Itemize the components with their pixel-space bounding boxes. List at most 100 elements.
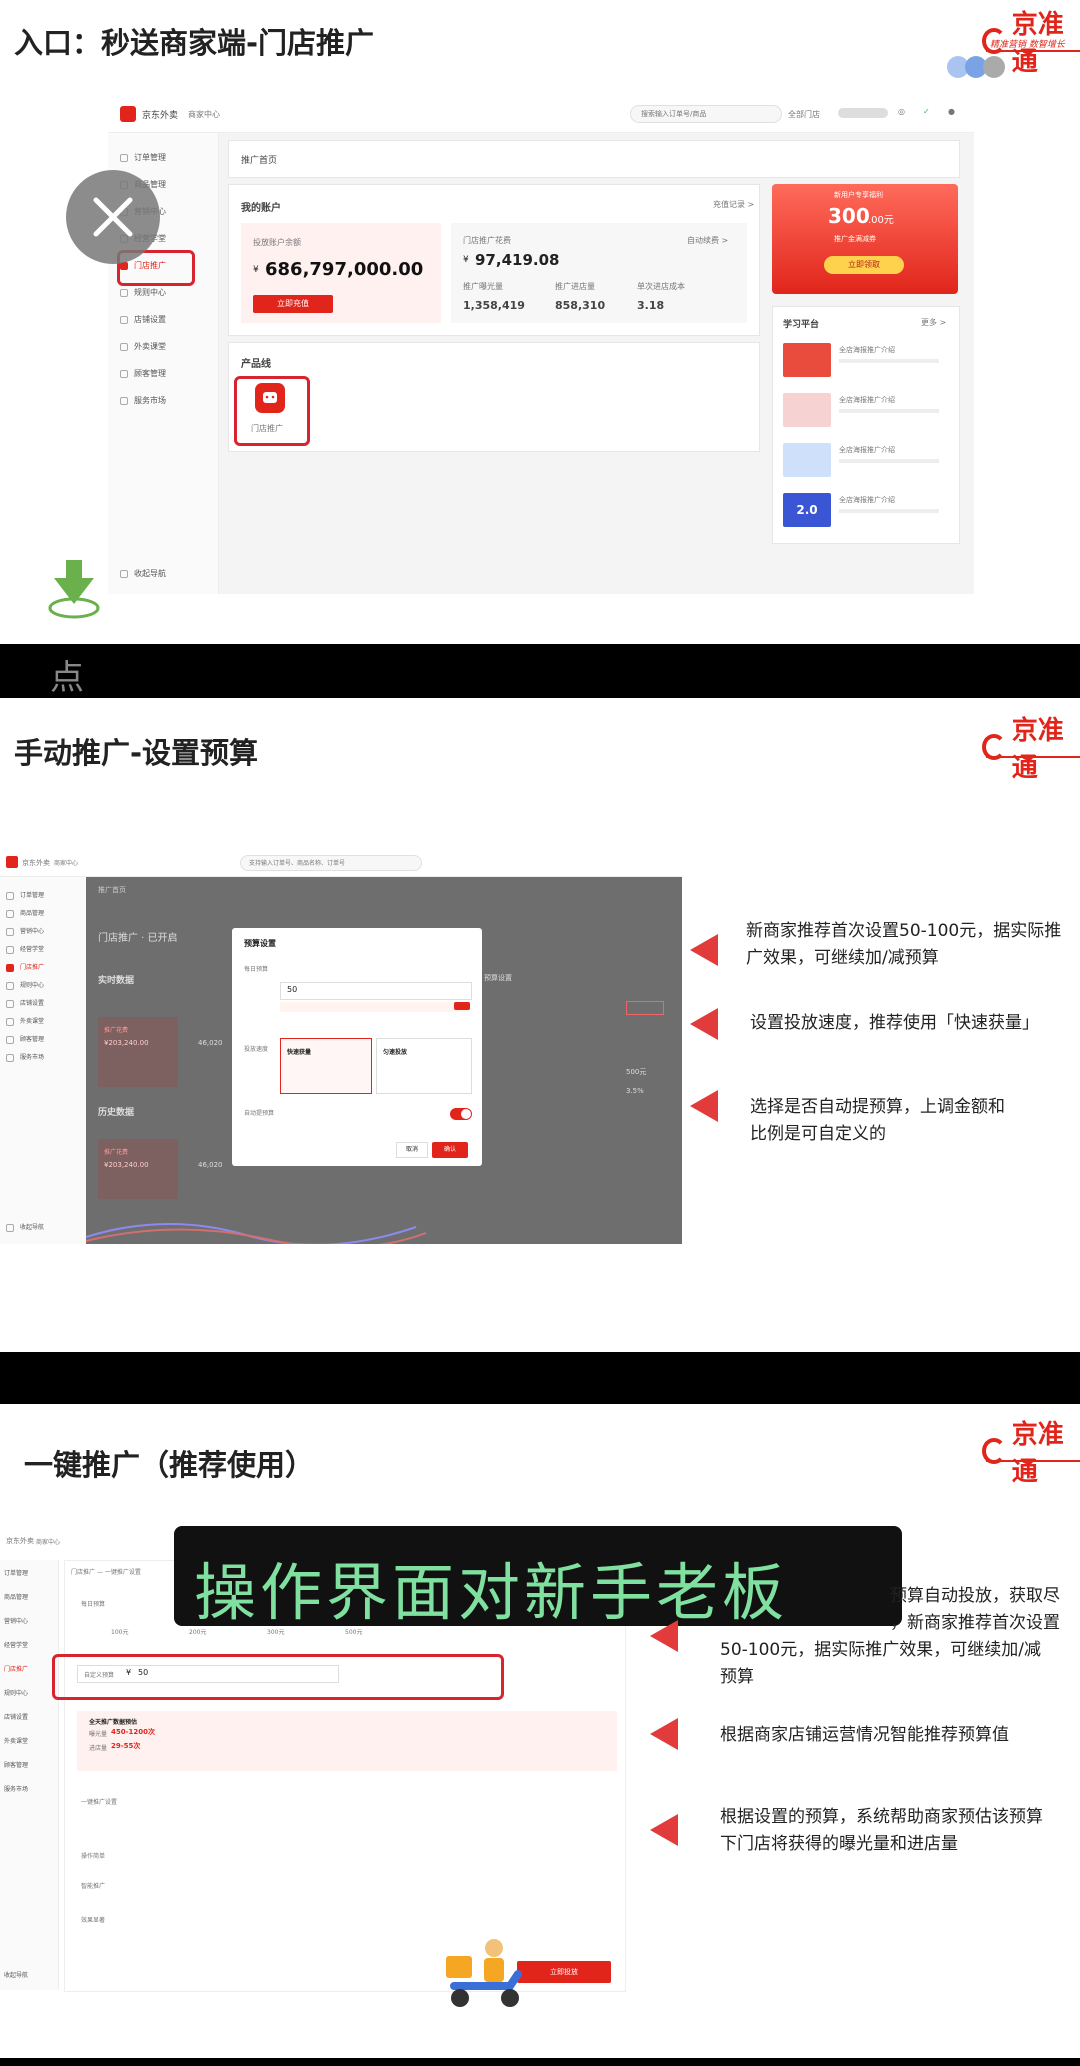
search-placeholder-2: 支持输入订单号、商品名称、订单号	[249, 860, 346, 867]
recharge-record-link[interactable]: 充值记录 >	[713, 199, 754, 210]
sidebar3-settings[interactable]: 店铺设置	[4, 1712, 28, 1721]
sidebar2-rules[interactable]: 规则中心	[6, 980, 44, 990]
modal-cancel-button[interactable]: 取消	[396, 1142, 428, 1158]
stat-value-exposure: 1,358,419	[463, 299, 525, 312]
sidebar2-store-promo[interactable]: 门店推广	[6, 962, 44, 972]
sidebar-item-market[interactable]: 服务市场	[120, 395, 166, 406]
auto-budget-toggle[interactable]	[450, 1108, 472, 1120]
sidebar3-orders[interactable]: 订单管理	[4, 1568, 28, 1577]
sidebar3-customers[interactable]: 顾客管理	[4, 1760, 28, 1769]
speed-label: 投放速度	[244, 1046, 269, 1053]
learning-thumb-1[interactable]	[783, 343, 831, 377]
note2-line5: 比例是可自定义的	[750, 1124, 886, 1144]
search-input[interactable]: 搜索输入订单号/商品	[630, 105, 782, 123]
sidebar2-marketing[interactable]: 营销中心	[6, 926, 44, 936]
auto-renew-link[interactable]: 自动续费 >	[687, 235, 728, 246]
history-spend-value: ¥203,240.00	[104, 1161, 149, 1169]
sidebar-collapse[interactable]: 收起导航	[120, 568, 166, 579]
balance-box: 投放账户余额 ¥ 686,797,000.00 立即充值	[241, 223, 441, 323]
pointer-arrow-2	[690, 1008, 718, 1040]
balance-label: 投放账户余额	[253, 238, 301, 247]
sidebar2-customers[interactable]: 顾客管理	[6, 1034, 44, 1044]
slide1-title: 入口：秒送商家端-门店推广	[14, 26, 375, 60]
notification-icon[interactable]: ●	[948, 107, 955, 116]
promo-currency: ¥	[463, 255, 469, 265]
exposure-value: 46,020	[198, 1039, 223, 1047]
section-2: 操作简单	[81, 1853, 106, 1860]
sidebar3-store-promo[interactable]: 门店推广	[4, 1664, 28, 1673]
learning-desc-1	[839, 359, 939, 363]
sidebar3-collapse[interactable]: 收起导航	[4, 1970, 28, 1979]
budget-setting-label: 预算设置	[484, 974, 512, 982]
store-select[interactable]: 全部门店	[788, 109, 820, 120]
stat-label-cost: 单次进店成本	[637, 282, 685, 291]
sidebar2-collapse[interactable]: 收起导航	[6, 1222, 44, 1232]
learning-thumb-4[interactable]: 2.0	[783, 493, 831, 527]
help-icon[interactable]: ◎	[898, 107, 905, 116]
budget-tip-button[interactable]	[454, 1002, 470, 1010]
right-button[interactable]	[626, 1001, 664, 1015]
daily-budget-label: 每日预算	[244, 966, 269, 973]
brand-name-3: 京准通	[1011, 1420, 1064, 1487]
section-4: 效果显著	[81, 1917, 106, 1924]
preset-100[interactable]: 100元	[111, 1627, 128, 1636]
breadcrumb: 推广首页	[241, 156, 278, 166]
speed-fast-option[interactable]: 快速获量	[280, 1038, 372, 1094]
brand-logo-2: 京准通	[982, 710, 1080, 784]
app-topbar: 京东外卖 商家中心 搜索输入订单号/商品 全部门店 ◎ ✓ ●	[108, 96, 974, 133]
speed-even-option[interactable]: 匀速投放	[376, 1038, 472, 1094]
sidebar3-class[interactable]: 外卖课堂	[4, 1736, 28, 1745]
sidebar2-orders[interactable]: 订单管理	[6, 890, 44, 900]
learning-item-4[interactable]: 全店海报推广介绍	[839, 495, 895, 505]
one-click-tab[interactable]: 门店推广 — 一键推广设置	[71, 1567, 141, 1576]
stat-value-cost: 3.18	[637, 299, 665, 312]
divider-band-3	[0, 2058, 1080, 2066]
brand-name-2: 京准通	[1011, 716, 1064, 783]
section-3: 智能推广	[81, 1883, 106, 1890]
spend-box: 推广花费 ¥203,240.00	[98, 1017, 178, 1087]
close-button[interactable]	[66, 170, 160, 264]
right-value-1: 3.5%	[626, 1087, 644, 1095]
brand-logo-3: 京准通	[982, 1414, 1080, 1488]
modal-confirm-button[interactable]: 确认	[432, 1142, 468, 1158]
sidebar-item-customers[interactable]: 顾客管理	[120, 368, 166, 379]
sidebar3-products[interactable]: 商品管理	[4, 1592, 28, 1601]
sidebar3-school[interactable]: 经营学堂	[4, 1640, 28, 1649]
note2-line1: 新商家推荐首次设置50-100元，据实际推	[746, 921, 1062, 941]
right-value-2: 500元	[626, 1068, 647, 1076]
history-spend-label: 推广花费	[104, 1149, 129, 1156]
learning-item-3[interactable]: 全店海报推广介绍	[839, 445, 895, 455]
sidebar-item-rules[interactable]: 规则中心	[120, 287, 166, 298]
learning-item-2[interactable]: 全店海报推广介绍	[839, 395, 895, 405]
sidebar-item-orders[interactable]: 订单管理	[120, 152, 166, 163]
learning-thumb-3[interactable]	[783, 443, 831, 477]
store-promo-label: 门店推广花费	[463, 236, 511, 245]
sidebar2-class[interactable]: 外卖课堂	[6, 1016, 44, 1026]
product-line-title: 产品线	[241, 359, 271, 370]
sidebar3-market[interactable]: 服务市场	[4, 1784, 28, 1793]
sidebar3-rules[interactable]: 规则中心	[4, 1688, 28, 1697]
app-window-2: 京东外卖 商家中心 支持输入订单号、商品名称、订单号 订单管理 商品管理 营销中…	[0, 850, 682, 1244]
stat-label-exposure: 推广曝光量	[463, 282, 503, 291]
sidebar2-products[interactable]: 商品管理	[6, 908, 44, 918]
coupon-claim-button[interactable]: 立即领取	[824, 256, 904, 274]
breadcrumb-2: 推广首页	[98, 886, 126, 894]
speed-fast-label: 快速获量	[287, 1049, 312, 1056]
sidebar-item-class[interactable]: 外卖课堂	[120, 341, 166, 352]
learning-thumb-2[interactable]	[783, 393, 831, 427]
daily-budget-input[interactable]: 50	[280, 982, 472, 1000]
sidebar-item-settings[interactable]: 店铺设置	[120, 314, 166, 325]
learning-more-link[interactable]: 更多 >	[921, 317, 946, 328]
learning-item-1[interactable]: 全店海报推广介绍	[839, 345, 895, 355]
sidebar2-school[interactable]: 经营学堂	[6, 944, 44, 954]
sidebar3-marketing[interactable]: 营销中心	[4, 1616, 28, 1625]
recharge-button[interactable]: 立即充值	[253, 295, 333, 313]
search-input-2[interactable]: 支持输入订单号、商品名称、订单号	[240, 855, 422, 871]
budget-tip-bar	[280, 1002, 470, 1012]
check-icon: ✓	[923, 107, 930, 116]
start-promo-button[interactable]: 立即投放	[517, 1961, 611, 1983]
sidebar2-settings[interactable]: 店铺设置	[6, 998, 44, 1008]
stat-value-visits: 858,310	[555, 299, 606, 312]
sidebar2-market[interactable]: 服务市场	[6, 1052, 44, 1062]
breadcrumb-bar: 推广首页	[228, 140, 960, 178]
